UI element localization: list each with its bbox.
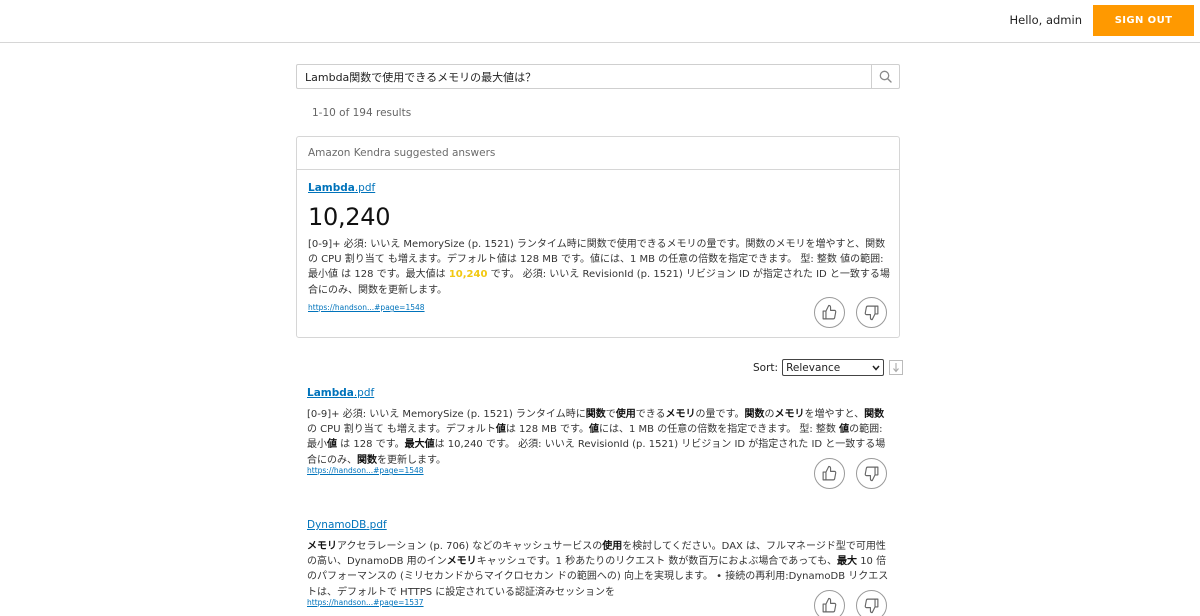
thumbs-up-icon	[822, 597, 837, 613]
suggested-doc-link[interactable]: Lambda.pdf	[308, 182, 375, 194]
thumbs-down-button[interactable]	[856, 590, 887, 616]
excerpt-text: は 128 MB です。	[505, 424, 589, 436]
doc-name: Lambda	[308, 182, 355, 194]
sort-control: Sort: Relevance	[753, 359, 904, 376]
matched-term: 使用	[602, 541, 623, 552]
thumbs-down-button[interactable]	[856, 297, 887, 328]
matched-term: 最大	[837, 556, 858, 568]
sort-select[interactable]: Relevance	[782, 359, 885, 376]
search-input[interactable]	[297, 65, 871, 88]
doc-ext: .pdf	[354, 182, 376, 194]
doc-name: DynamoDB	[307, 519, 367, 531]
search-bar	[296, 64, 900, 89]
top-bar: Hello, admin SIGN OUT	[0, 0, 1200, 43]
excerpt-text: は 128 です。	[337, 439, 405, 451]
matched-term: 関数	[864, 409, 885, 420]
result-excerpt: [0-9]+ 必須: いいえ MemorySize (p. 1521) ランタイ…	[307, 407, 891, 468]
sort-direction-button[interactable]	[889, 360, 904, 375]
chevron-down-icon	[872, 365, 880, 371]
suggested-excerpt: [0-9]+ 必須: いいえ MemorySize (p. 1521) ランタイ…	[308, 237, 892, 298]
result-item: Lambda.pdf [0-9]+ 必須: いいえ MemorySize (p.…	[307, 381, 891, 475]
answer-highlight: 10,240	[448, 269, 488, 281]
search-icon	[879, 70, 892, 83]
sort-selected-value: Relevance	[786, 361, 841, 374]
matched-term: 値	[495, 424, 506, 436]
thumbs-down-button[interactable]	[856, 458, 887, 489]
result-doc-link[interactable]: DynamoDB.pdf	[307, 519, 387, 531]
doc-ext: .pdf	[353, 387, 375, 399]
matched-term: 関数	[744, 409, 765, 420]
matched-term: メモリ	[774, 409, 805, 420]
excerpt-text: には、1 MB の任意の倍数を指定できます。 型: 整数	[599, 424, 840, 436]
excerpt-text: できる	[635, 409, 666, 420]
matched-term: メモリ	[446, 556, 477, 568]
source-url-link[interactable]: https://handson...#page=1537	[307, 598, 424, 607]
doc-name: Lambda	[307, 387, 354, 399]
user-greeting: Hello, admin	[1009, 13, 1083, 27]
matched-term: 値	[327, 439, 337, 451]
doc-ext: .pdf	[366, 519, 387, 531]
suggested-answer-value: 10,240	[308, 203, 391, 231]
excerpt-text: の CPU 割り当て も増えます。デフォルト	[307, 424, 496, 436]
search-button[interactable]	[871, 65, 899, 88]
excerpt-text: キャッシュです。1 秒あたりのリクエスト 数が数百万におよぶ場合であっても、	[476, 556, 838, 568]
excerpt-text: を増やすと、	[804, 409, 865, 420]
matched-term: 使用	[615, 409, 636, 420]
matched-term: 関数	[585, 409, 606, 420]
matched-term: 最大値	[404, 439, 435, 451]
matched-term: 値	[589, 424, 599, 436]
results-count: 1-10 of 194 results	[312, 107, 412, 119]
thumbs-down-icon	[864, 466, 879, 482]
thumbs-up-button[interactable]	[814, 297, 845, 328]
thumbs-up-icon	[822, 465, 837, 481]
thumbs-up-button[interactable]	[814, 590, 845, 616]
suggested-answer-card: Amazon Kendra suggested answers Lambda.p…	[296, 136, 900, 338]
excerpt-text: で	[605, 409, 616, 420]
matched-term: 値	[839, 424, 850, 436]
matched-term: 関数	[357, 454, 377, 466]
excerpt-text: を更新します。	[377, 454, 446, 466]
result-doc-link[interactable]: Lambda.pdf	[307, 387, 374, 399]
sort-label: Sort:	[753, 361, 779, 374]
source-url-link[interactable]: https://handson...#page=1548	[307, 466, 424, 475]
excerpt-text: の	[764, 409, 775, 420]
excerpt-text: [0-9]+ 必須: いいえ MemorySize (p. 1521) ランタイ…	[307, 409, 586, 420]
thumbs-down-icon	[864, 598, 879, 614]
thumbs-down-icon	[864, 305, 879, 321]
matched-term: メモリ	[307, 541, 337, 552]
suggested-answers-header: Amazon Kendra suggested answers	[297, 137, 899, 170]
excerpt-text: の量です。	[695, 409, 745, 420]
result-item: DynamoDB.pdf メモリアクセラレーション (p. 706) などのキャ…	[307, 513, 891, 607]
excerpt-text: アクセラレーション (p. 706) などのキャッシュサービスの	[337, 541, 603, 552]
thumbs-up-icon	[822, 304, 837, 320]
source-url-link[interactable]: https://handson...#page=1548	[308, 303, 425, 312]
result-excerpt: メモリアクセラレーション (p. 706) などのキャッシュサービスの使用を検討…	[307, 539, 891, 600]
thumbs-up-button[interactable]	[814, 458, 845, 489]
arrow-down-icon	[893, 363, 899, 373]
matched-term: メモリ	[665, 409, 696, 420]
sign-out-button[interactable]: SIGN OUT	[1093, 5, 1194, 36]
